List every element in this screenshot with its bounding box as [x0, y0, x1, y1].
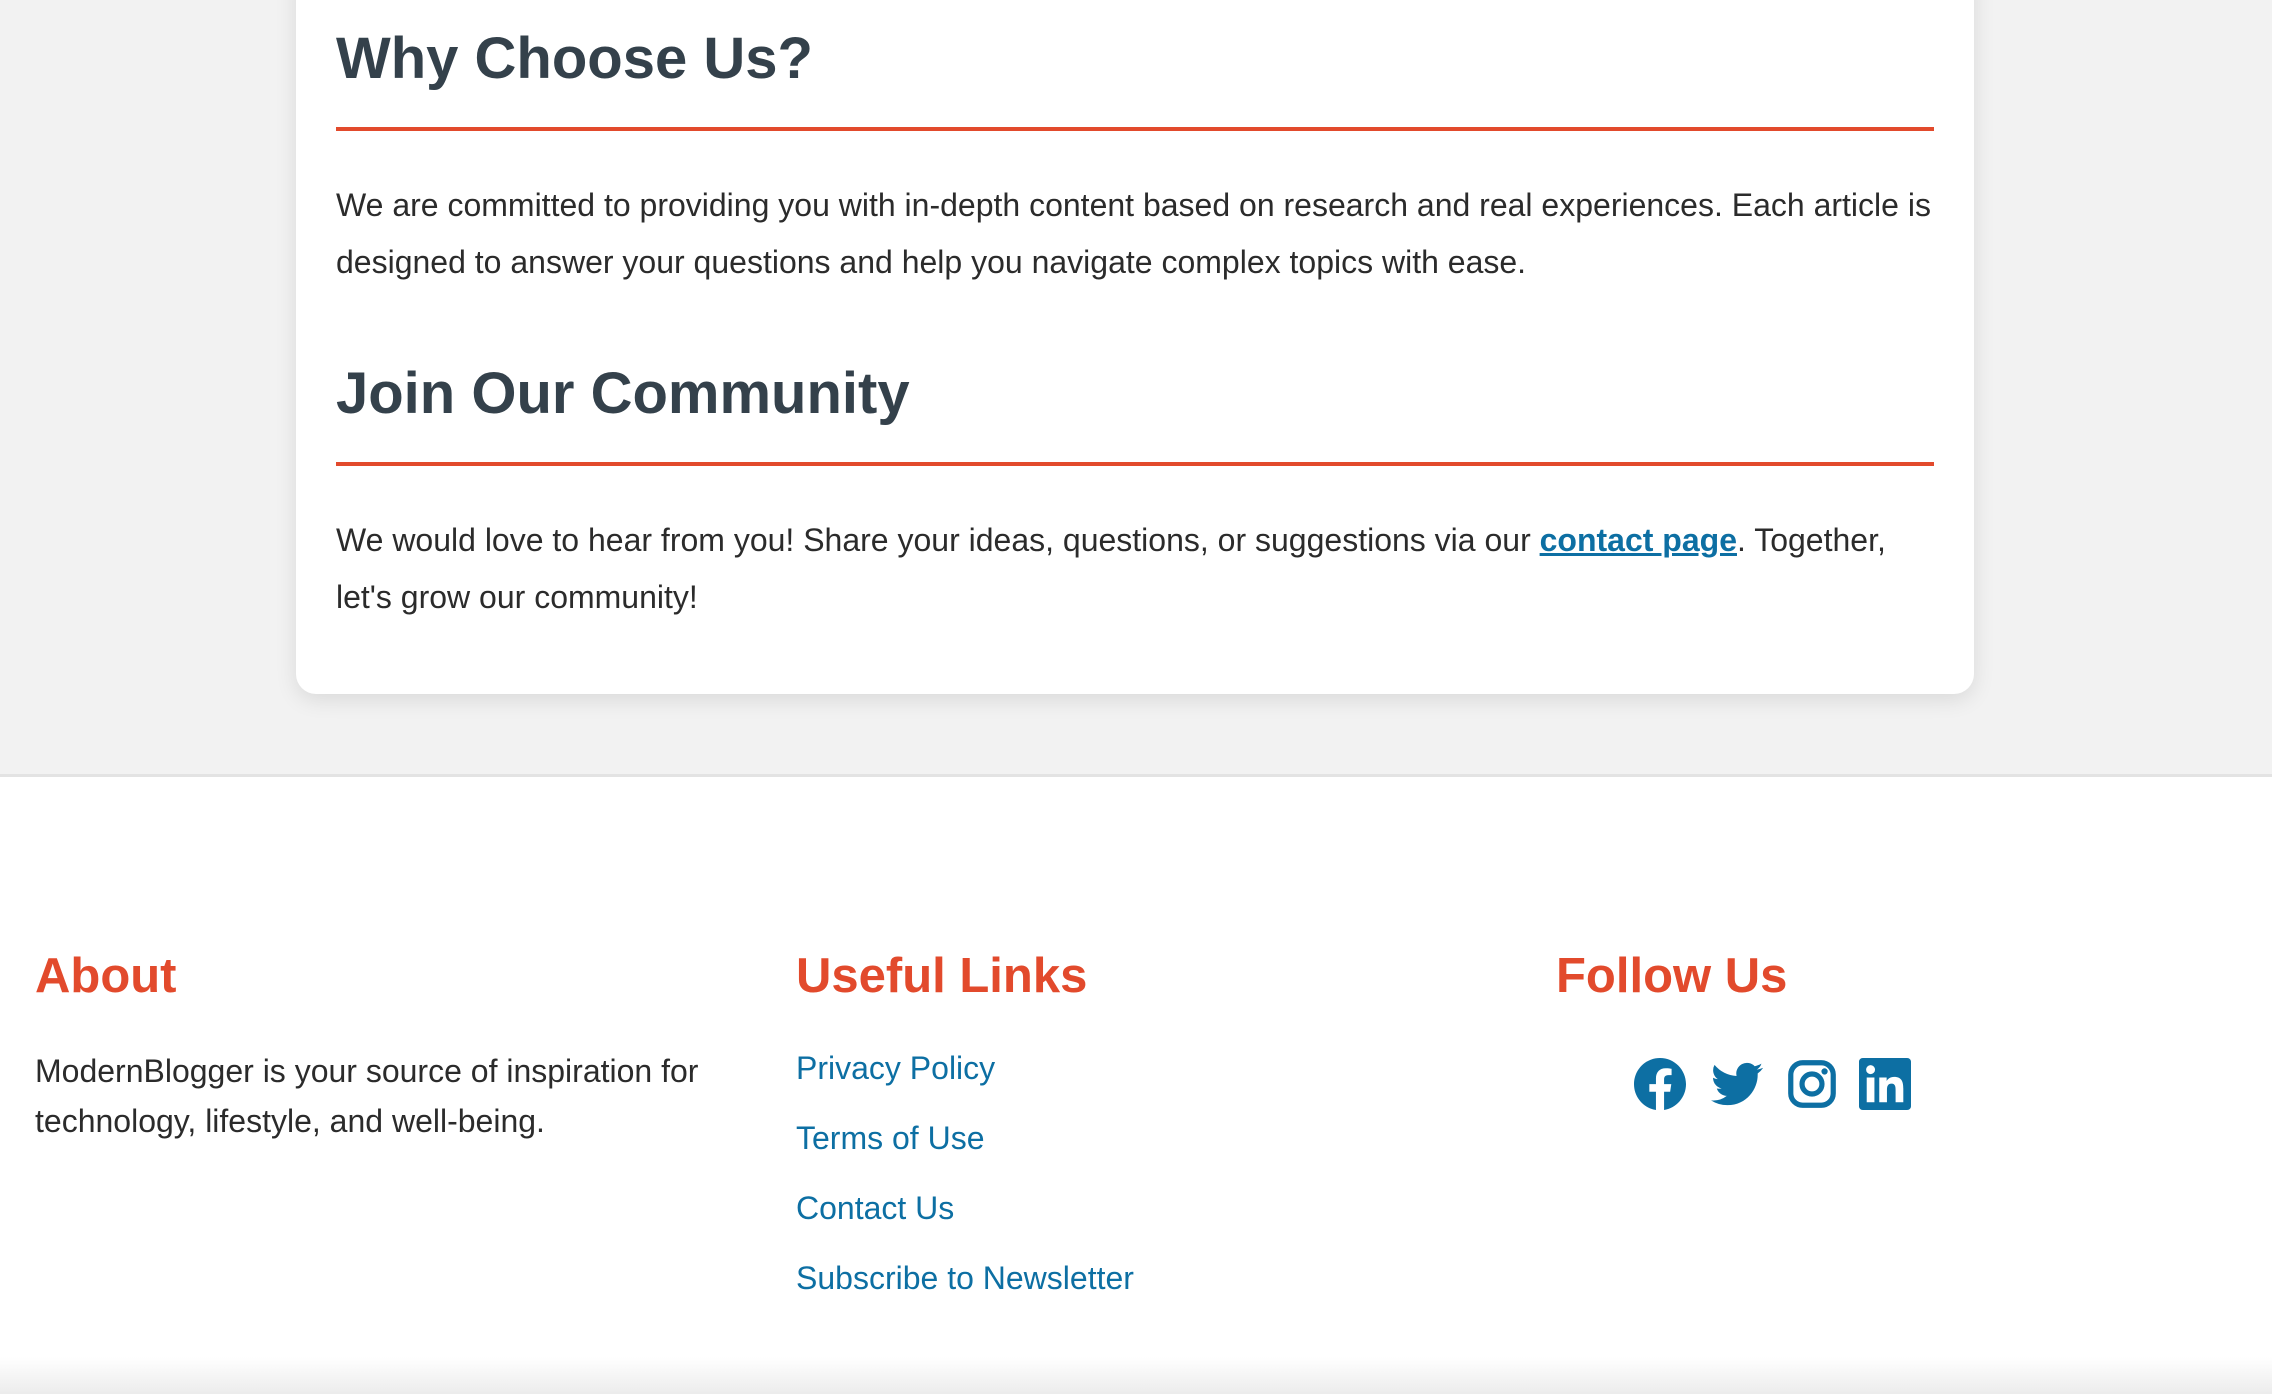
footer-about-text: ModernBlogger is your source of inspirat…	[35, 1053, 699, 1139]
footer-link-contact-us[interactable]: Contact Us	[796, 1192, 954, 1224]
twitter-icon[interactable]	[1711, 1058, 1763, 1110]
facebook-icon-graphic	[1634, 1058, 1686, 1110]
site-footer: About ModernBlogger is your source of in…	[0, 774, 2272, 1394]
content-card: Why Choose Us? We are committed to provi…	[296, 0, 1974, 694]
footer-about-title: About	[35, 949, 177, 1003]
footer-link-subscribe-newsletter[interactable]: Subscribe to Newsletter	[796, 1262, 1134, 1294]
join-community-text: We would love to hear from you! Share yo…	[336, 512, 1934, 626]
footer-link-terms-of-use[interactable]: Terms of Use	[796, 1122, 984, 1154]
footer-link-privacy-policy[interactable]: Privacy Policy	[796, 1052, 995, 1084]
join-community-text-before: We would love to hear from you! Share yo…	[336, 522, 1540, 558]
join-community-heading: Join Our Community	[336, 361, 910, 426]
footer-useful-links-title: Useful Links	[796, 949, 1088, 1003]
linkedin-icon-graphic	[1859, 1058, 1911, 1110]
join-community-divider	[336, 462, 1934, 466]
facebook-icon[interactable]	[1634, 1058, 1686, 1110]
instagram-icon-graphic	[1788, 1060, 1836, 1108]
contact-page-link[interactable]: contact page	[1540, 522, 1737, 558]
instagram-icon[interactable]	[1786, 1058, 1838, 1110]
why-choose-us-text: We are committed to providing you with i…	[336, 187, 1931, 280]
page: Why Choose Us? We are committed to provi…	[0, 0, 2272, 1394]
twitter-icon-graphic	[1711, 1062, 1763, 1106]
why-choose-us-divider	[336, 127, 1934, 131]
linkedin-icon[interactable]	[1859, 1058, 1911, 1110]
footer-follow-us-title: Follow Us	[1556, 949, 1788, 1003]
why-choose-us-heading: Why Choose Us?	[336, 26, 813, 91]
footer-bottom-shadow	[0, 1357, 2272, 1394]
